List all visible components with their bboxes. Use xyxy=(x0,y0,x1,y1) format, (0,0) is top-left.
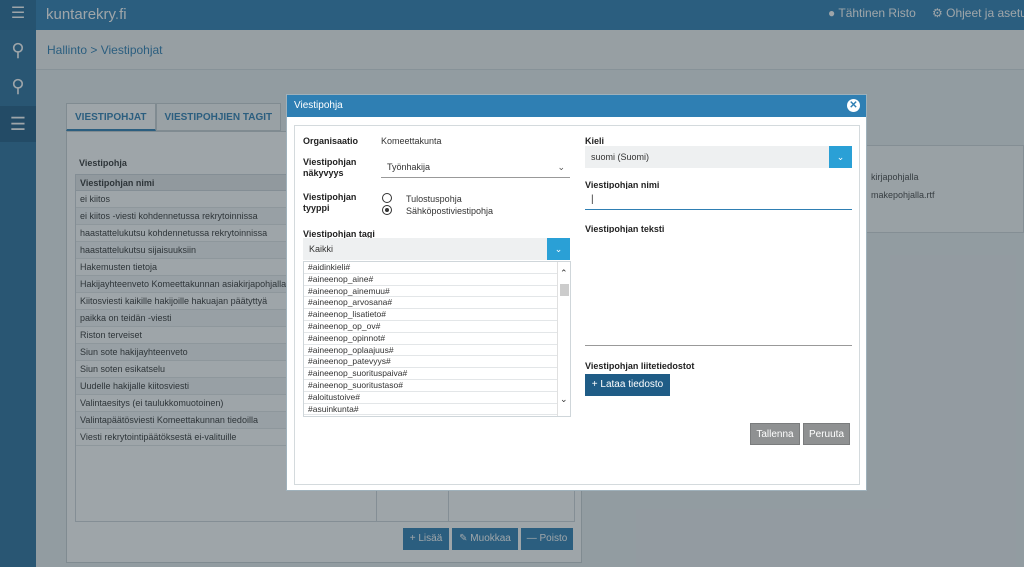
save-button[interactable]: Tallenna xyxy=(750,423,800,445)
type-radio-print[interactable] xyxy=(382,193,392,203)
tag-filter-select[interactable]: Kaikki ⌄ xyxy=(303,238,570,260)
chevron-down-icon: ⌄ xyxy=(557,162,565,172)
scrollbar[interactable]: ⌃ ⌄ xyxy=(557,262,570,416)
type-radio-email[interactable] xyxy=(382,205,392,215)
chevron-down-icon[interactable]: ⌄ xyxy=(829,146,852,168)
tag-item[interactable]: #aineenop_suoritustaso# xyxy=(304,380,558,392)
tag-list: #aidinkieli# #aineenop_aine# #aineenop_ain… xyxy=(303,261,571,417)
chevron-up-icon[interactable]: ⌃ xyxy=(560,268,568,279)
close-icon[interactable]: ✕ xyxy=(847,99,860,112)
visibility-select[interactable]: Työnhakija ⌄ xyxy=(381,157,570,178)
tag-item[interactable]: #aineenop_aine# xyxy=(304,274,558,286)
chevron-down-icon[interactable]: ⌄ xyxy=(560,394,568,405)
tag-item[interactable]: #aidinkieli# xyxy=(304,262,558,274)
tag-item[interactable]: #asuinkunta# xyxy=(304,404,558,416)
organization-label: Organisaatio xyxy=(303,136,359,146)
tag-item[interactable]: #aineenop_ainemuu# xyxy=(304,286,558,298)
tag-item[interactable]: #aineenop_patevyys# xyxy=(304,356,558,369)
tag-item[interactable]: #aineenop_opinnot# xyxy=(304,333,558,345)
template-modal: Viestipohja ✕ Organisaatio Komeettakunta… xyxy=(286,94,867,491)
name-input[interactable]: | xyxy=(585,189,852,210)
tag-item[interactable]: #aineenop_arvosana# xyxy=(304,297,558,310)
organization-value: Komeettakunta xyxy=(381,136,442,146)
tag-item[interactable]: #aloitustoive# xyxy=(304,392,558,404)
tag-item[interactable]: #aineenop_lisatieto# xyxy=(304,309,558,321)
chevron-down-icon[interactable]: ⌄ xyxy=(547,238,570,260)
upload-button[interactable]: + Lataa tiedosto xyxy=(585,374,670,396)
type-option-label: Sähköpostiviestipohja xyxy=(406,206,494,216)
type-label: Viestipohjan tyyppi xyxy=(303,192,357,213)
type-option-label: Tulostuspohja xyxy=(406,194,462,204)
language-select[interactable]: suomi (Suomi) ⌄ xyxy=(585,146,852,168)
tag-item[interactable]: #aineenop_oplaajuus# xyxy=(304,345,558,357)
modal-title: Viestipohja xyxy=(294,100,343,111)
attachments-label: Viestipohjan liitetiedostot xyxy=(585,361,695,371)
visibility-label: Viestipohjan näkyvyys xyxy=(303,157,357,178)
tag-item[interactable]: #aineenop_suorituspaiva# xyxy=(304,368,558,380)
modal-header: Viestipohja ✕ xyxy=(287,95,866,117)
cancel-button[interactable]: Peruuta xyxy=(803,423,850,445)
scrollbar-thumb[interactable] xyxy=(560,284,569,296)
modal-body: Organisaatio Komeettakunta Viestipohjan … xyxy=(294,125,860,485)
text-input[interactable] xyxy=(585,233,852,346)
tag-item[interactable]: #aineenop_op_ov# xyxy=(304,321,558,333)
